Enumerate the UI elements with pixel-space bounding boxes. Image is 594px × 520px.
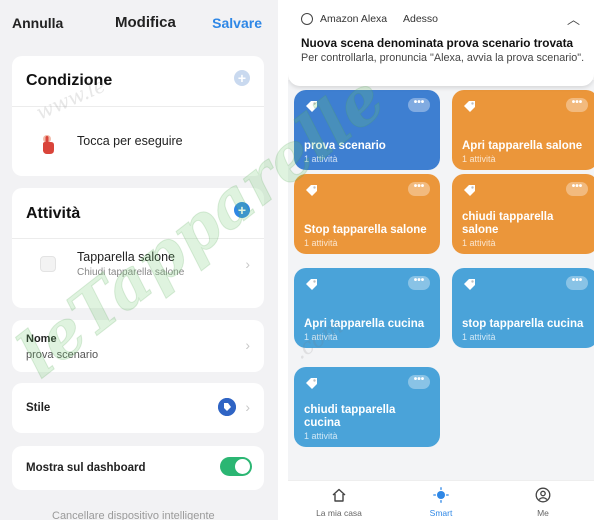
tag-icon: [306, 185, 317, 196]
tag-icon: [306, 279, 317, 290]
activity-card: Attività + Tapparella salone Chiudi tapp…: [12, 188, 264, 308]
bottom-tab-bar: La mia casa Smart Me: [288, 480, 594, 520]
tap-hand-icon: [43, 135, 54, 154]
dashboard-toggle[interactable]: [220, 457, 252, 476]
scene-name: Apri tapparella salone: [462, 139, 583, 152]
scene-activity-count: 1 attività: [462, 154, 496, 164]
tab-label: La mia casa: [316, 508, 362, 518]
more-options-icon[interactable]: •••: [566, 276, 588, 290]
scene-activity-count: 1 attività: [304, 238, 338, 248]
tab-home[interactable]: La mia casa: [288, 481, 390, 520]
scene-activity-count: 1 attività: [462, 332, 496, 342]
tab-smart[interactable]: Smart: [390, 481, 492, 520]
chevron-right-icon[interactable]: ›: [245, 337, 250, 353]
scene-activity-count: 1 attività: [304, 332, 338, 342]
condition-title: Condizione: [26, 72, 113, 89]
tab-label: Smart: [429, 508, 453, 518]
scene-edit-panel: Annulla Modifica Salvare Condizione + To…: [0, 0, 278, 520]
divider: [12, 106, 264, 107]
name-value: prova scenario: [26, 349, 99, 361]
tag-icon: [218, 398, 236, 416]
divider: [12, 238, 264, 239]
activity-device-name[interactable]: Tapparella salone: [77, 250, 175, 264]
edit-header: Annulla Modifica Salvare: [0, 0, 278, 46]
alexa-ring-icon: [301, 13, 313, 25]
scene-name: chiudi tapparella cucina: [304, 404, 396, 429]
sun-icon: [433, 487, 449, 503]
name-row[interactable]: Nome prova scenario ›: [12, 320, 264, 372]
more-options-icon[interactable]: •••: [408, 98, 430, 112]
tap-to-run-item[interactable]: Tocca per eseguire: [77, 134, 183, 148]
scene-tile[interactable]: ••• Apri tapparella salone 1 attività: [452, 90, 594, 170]
scene-name: stop tapparella cucina: [462, 317, 584, 330]
scene-tile[interactable]: ••• chiudi tapparella salone 1 attività: [452, 174, 594, 254]
save-button[interactable]: Salvare: [212, 15, 262, 31]
home-icon: [332, 488, 346, 502]
condition-card: Condizione + Tocca per eseguire: [12, 56, 264, 176]
add-activity-icon[interactable]: +: [234, 202, 250, 218]
smart-scenes-screen: Amazon Alexa Adesso ︿ Nuova scena denomi…: [288, 0, 594, 520]
name-label: Nome: [26, 333, 57, 345]
style-row[interactable]: Stile ›: [12, 383, 264, 433]
chevron-right-icon[interactable]: ›: [245, 256, 250, 272]
chevron-up-icon[interactable]: ︿: [567, 9, 580, 28]
dashboard-row: Mostra sul dashboard: [12, 446, 264, 490]
scene-activity-count: 1 attività: [304, 431, 338, 441]
cancel-button[interactable]: Annulla: [12, 15, 63, 31]
notification-body: Per controllarla, pronuncia "Alexa, avvi…: [301, 52, 585, 64]
scene-name: Apri tapparella cucina: [304, 317, 425, 330]
scene-name: prova scenario: [304, 139, 386, 152]
alexa-notification[interactable]: Amazon Alexa Adesso ︿ Nuova scena denomi…: [288, 0, 594, 86]
more-options-icon[interactable]: •••: [566, 182, 588, 196]
tag-icon: [464, 101, 475, 112]
tab-me[interactable]: Me: [492, 481, 594, 520]
scene-tile[interactable]: ••• Apri tapparella cucina 1 attività: [294, 268, 440, 348]
dashboard-label: Mostra sul dashboard: [26, 462, 146, 474]
scene-activity-count: 1 attività: [462, 238, 496, 248]
scene-activity-count: 1 attività: [304, 154, 338, 164]
scene-tile[interactable]: ••• Stop tapparella salone 1 attività: [294, 174, 440, 254]
more-options-icon[interactable]: •••: [408, 182, 430, 196]
delete-device-button[interactable]: Cancellare dispositivo intelligente: [52, 510, 215, 520]
more-options-icon[interactable]: •••: [566, 98, 588, 112]
tag-icon: [464, 279, 475, 290]
scene-tile[interactable]: ••• stop tapparella cucina 1 attività: [452, 268, 594, 348]
toggle-knob: [235, 459, 250, 474]
scene-name: chiudi tapparella salone: [462, 211, 554, 236]
user-icon: [535, 487, 551, 503]
device-thumbnail: [40, 256, 56, 272]
notification-app: Amazon Alexa: [320, 13, 388, 25]
scene-tile[interactable]: ••• prova scenario 1 attività: [294, 90, 440, 170]
more-options-icon[interactable]: •••: [408, 375, 430, 389]
notification-time: Adesso: [403, 13, 439, 25]
tag-icon: [306, 101, 317, 112]
tab-label: Me: [537, 508, 549, 518]
activity-title: Attività: [26, 205, 81, 222]
notification-title: Nuova scena denominata prova scenario tr…: [301, 36, 574, 50]
page-title: Modifica: [115, 14, 176, 31]
activity-device-action: Chiudi tapparella salone: [77, 267, 185, 278]
add-condition-icon[interactable]: +: [234, 70, 250, 86]
chevron-right-icon[interactable]: ›: [245, 399, 250, 415]
tag-icon: [464, 185, 475, 196]
tag-icon: [306, 378, 317, 389]
style-label: Stile: [26, 402, 51, 414]
scene-name: Stop tapparella salone: [304, 223, 427, 236]
more-options-icon[interactable]: •••: [408, 276, 430, 290]
scene-tile[interactable]: ••• chiudi tapparella cucina 1 attività: [294, 367, 440, 447]
